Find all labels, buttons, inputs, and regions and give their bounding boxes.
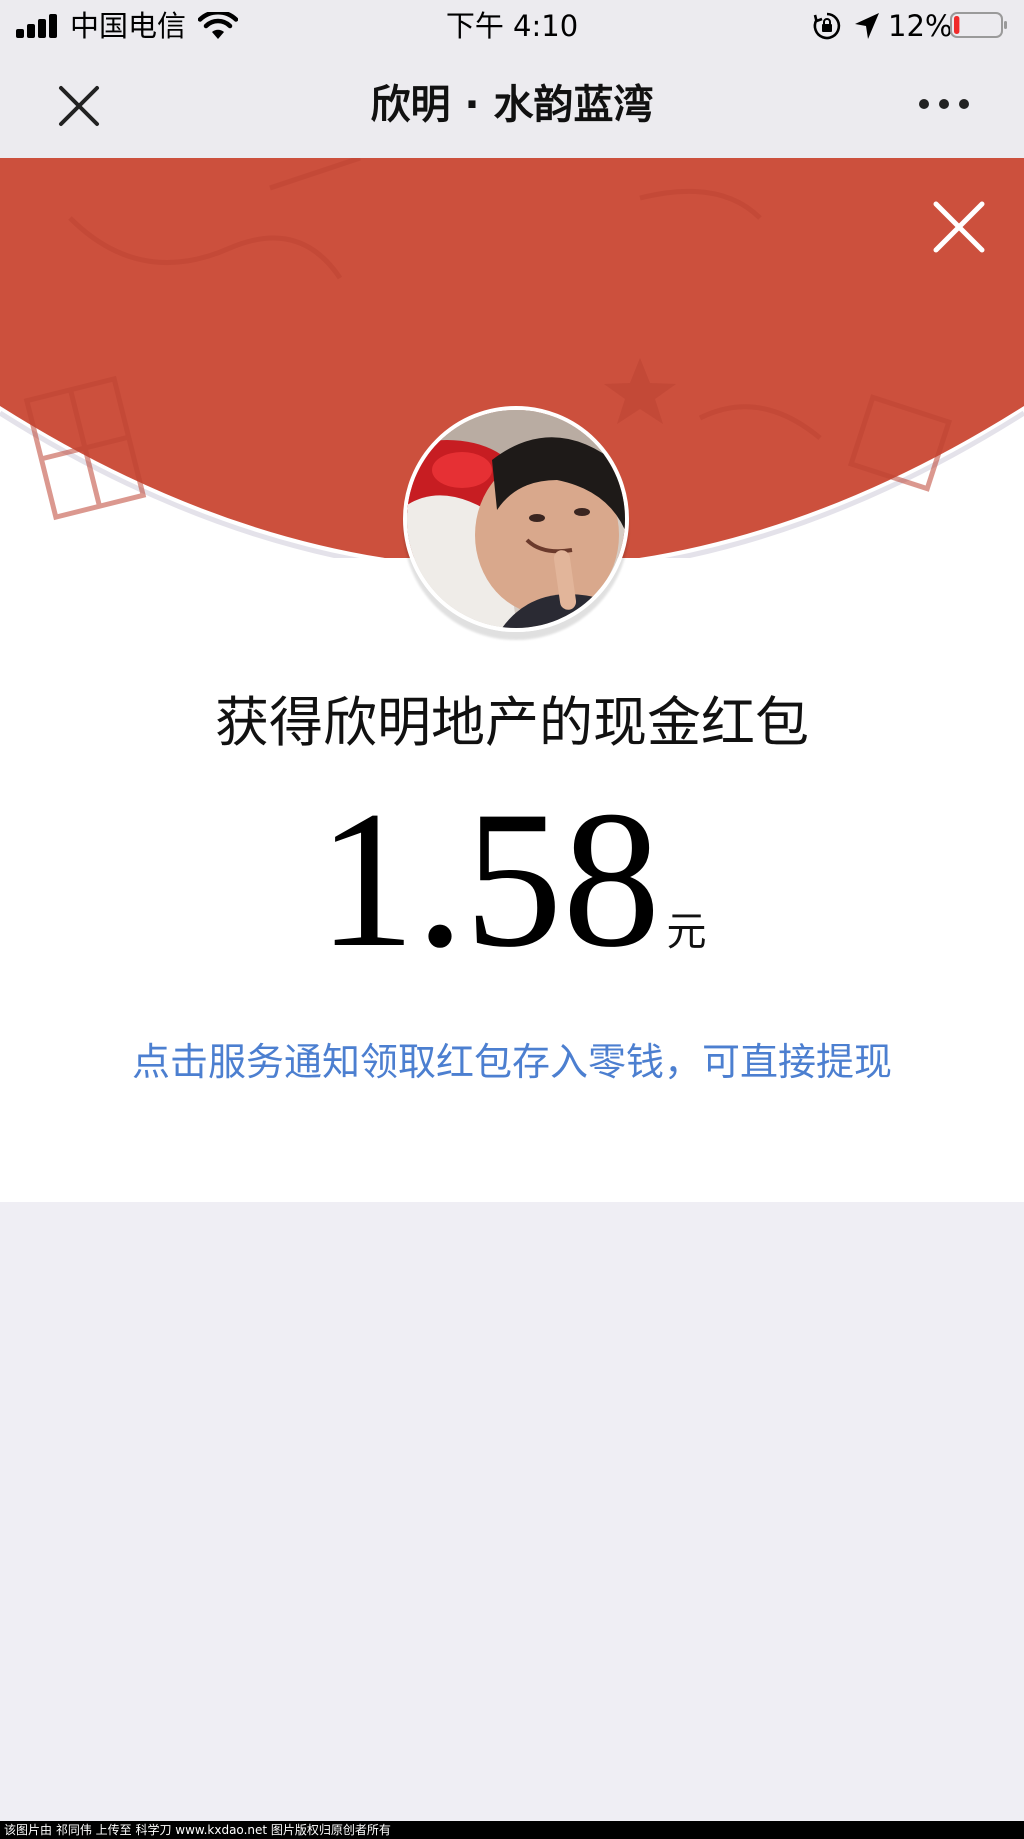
claim-notice-link[interactable]: 点击服务通知领取红包存入零钱，可直接提现 (116, 1010, 908, 1114)
avatar-photo (407, 410, 625, 628)
status-bar: 中国电信 下午 4:10 12% (0, 0, 1024, 52)
amount-unit: 元 (666, 909, 707, 955)
location-arrow-icon (855, 13, 879, 39)
orientation-lock-icon (813, 12, 841, 40)
battery-icon (950, 12, 1007, 38)
nav-bar: 欣明 · 水韵蓝湾 (0, 52, 1024, 158)
battery-percentage: 12% (888, 9, 953, 43)
more-icon[interactable] (918, 92, 970, 116)
amount-value: 1.58 (317, 771, 661, 988)
red-packet-card: 获得欣明地产的现金红包 1.58 元 点击服务通知领取红包存入零钱，可直接提现 (0, 158, 1024, 1202)
avatar (403, 406, 629, 632)
watermark-strip: 该图片由 祁同伟 上传至 科学刀 www.kxdao.net 图片版权归原创者所… (0, 1821, 1024, 1839)
packet-title: 获得欣明地产的现金红包 (215, 691, 809, 754)
close-icon[interactable] (930, 198, 988, 256)
amount-row: 1.58 元 (0, 770, 1024, 990)
page-title: 欣明 · 水韵蓝湾 (370, 82, 654, 128)
